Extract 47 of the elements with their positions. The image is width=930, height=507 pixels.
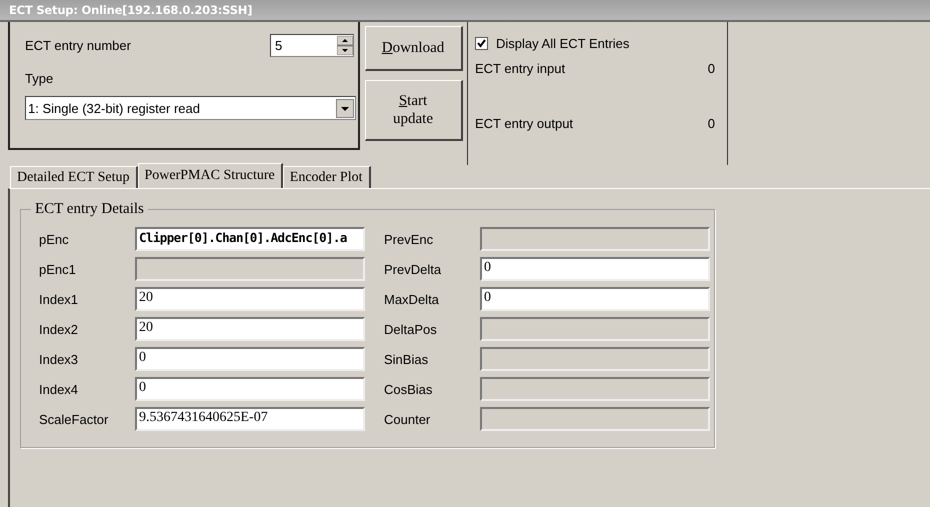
checkbox[interactable] — [475, 37, 488, 50]
readout-label: ECT entry output — [475, 116, 574, 131]
field-label: Index4 — [39, 382, 80, 396]
type-label: Type — [25, 71, 54, 86]
tab[interactable]: Encoder Plot — [282, 166, 370, 188]
type-dropdown[interactable]: 1: Single (32-bit) register read — [25, 96, 356, 120]
field-label: Index3 — [39, 352, 80, 366]
text-field[interactable] — [480, 377, 710, 401]
text-field[interactable] — [480, 407, 710, 431]
field-label: MaxDelta — [384, 292, 440, 306]
text-field[interactable] — [480, 347, 710, 371]
text-field[interactable]: 0 — [135, 377, 365, 401]
field-label: DeltaPos — [384, 322, 438, 336]
text-field[interactable]: 0 — [480, 257, 710, 281]
entry-number-spinner[interactable]: 5 — [270, 34, 354, 57]
field-label: CosBias — [384, 382, 434, 396]
field-label: PrevEnc — [384, 232, 434, 246]
field-label: pEnc1 — [39, 262, 77, 276]
readout-value: 0 — [708, 116, 715, 131]
dropdown-caret-icon — [336, 98, 354, 118]
readout-value: 0 — [708, 61, 715, 76]
text-field[interactable]: 20 — [135, 287, 365, 311]
field-label: Counter — [384, 412, 432, 426]
entry-number-label: ECT entry number — [25, 38, 131, 53]
field-label: pEnc — [39, 232, 70, 246]
text-field[interactable]: 20 — [135, 317, 365, 341]
text-field[interactable]: 9.5367431640625E-07 — [135, 407, 365, 431]
text-field[interactable]: 0 — [135, 347, 365, 371]
group-title: ECT entry Details — [34, 201, 145, 218]
field-label: Index1 — [39, 292, 80, 306]
text-field[interactable]: Clipper[0].Chan[0].AdcEnc[0].a — [135, 227, 365, 251]
action-button[interactable]: Start update — [364, 80, 462, 141]
field-label: PrevDelta — [384, 262, 442, 276]
window-title: ECT Setup: Online[192.168.0.203:SSH] — [9, 3, 252, 19]
field-label: SinBias — [384, 352, 430, 366]
field-label: ScaleFactor — [39, 412, 110, 426]
field-label: Index2 — [39, 322, 80, 336]
text-field[interactable] — [135, 257, 365, 281]
checkbox-label: Display All ECT Entries — [496, 36, 630, 51]
action-button[interactable]: Download — [364, 26, 462, 71]
text-field[interactable]: 0 — [480, 287, 710, 311]
text-field[interactable] — [480, 317, 710, 341]
tab[interactable]: Detailed ECT Setup — [10, 166, 138, 188]
tab[interactable]: PowerPMAC Structure — [138, 163, 283, 188]
readout-label: ECT entry input — [475, 61, 566, 76]
spinner-arrows-icon — [337, 36, 353, 55]
text-field[interactable] — [480, 227, 710, 251]
